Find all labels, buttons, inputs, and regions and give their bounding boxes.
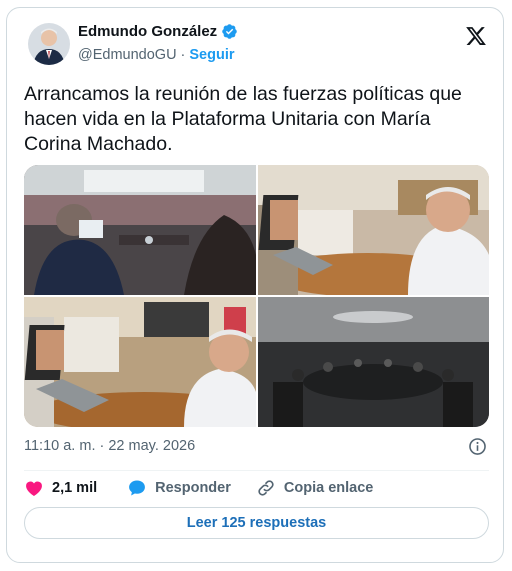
x-logo-icon[interactable] <box>465 25 487 47</box>
divider <box>24 470 489 471</box>
verified-badge-icon <box>222 24 237 39</box>
photo-video-call-1[interactable] <box>258 165 489 295</box>
video-call-photo-icon <box>24 297 256 427</box>
author-name[interactable]: Edmundo González <box>78 23 217 40</box>
photo-video-call-2[interactable] <box>24 297 256 427</box>
info-icon[interactable] <box>468 437 487 456</box>
author-name-row: Edmundo González <box>78 23 238 40</box>
speech-bubble-icon <box>129 480 146 496</box>
separator-dot: · <box>180 47 186 63</box>
photo-conference-room[interactable] <box>24 165 256 295</box>
avatar[interactable] <box>28 23 70 65</box>
photo-grid <box>24 165 489 427</box>
video-call-photo-icon <box>258 165 489 295</box>
follow-button[interactable]: Seguir <box>189 47 234 63</box>
read-replies-button[interactable]: Leer 125 respuestas <box>24 507 489 539</box>
copy-link-button[interactable]: Copia enlace <box>256 478 373 498</box>
conference-room-photo-icon <box>24 165 256 295</box>
copy-link-label: Copia enlace <box>283 480 374 496</box>
link-icon <box>258 480 274 496</box>
action-bar: 2,1 mil Responder Copia enlace <box>24 478 373 498</box>
meeting-room-wide-photo-icon <box>258 297 489 427</box>
heart-icon <box>26 481 42 496</box>
reply-button[interactable]: Responder <box>127 478 231 498</box>
reply-label: Responder <box>155 480 231 496</box>
tweet-timestamp[interactable]: 11:10 a. m. · 22 may. 2026 <box>24 438 195 454</box>
photo-meeting-room-wide[interactable] <box>258 297 489 427</box>
tweet-text: Arrancamos la reunión de las fuerzas pol… <box>24 83 462 155</box>
author-handle-row: @EdmundoGU · Seguir <box>78 47 235 63</box>
like-button[interactable]: 2,1 mil <box>24 478 97 498</box>
author-handle[interactable]: @EdmundoGU <box>78 47 177 63</box>
like-count: 2,1 mil <box>52 480 98 496</box>
